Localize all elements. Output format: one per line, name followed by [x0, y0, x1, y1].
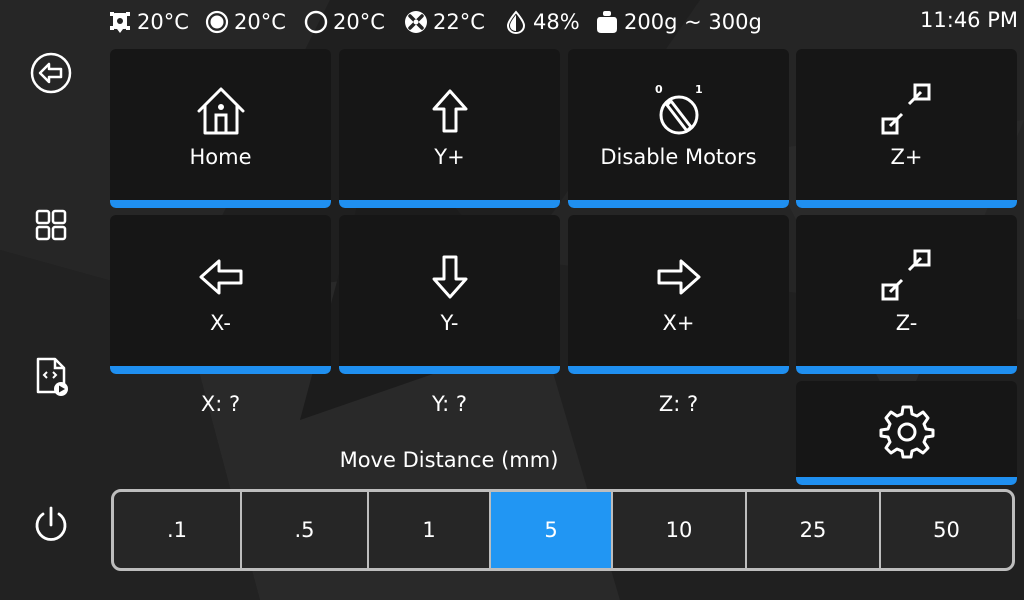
arrow-down-icon [432, 255, 467, 299]
compress-icon [881, 249, 930, 301]
home-label: Home [189, 145, 252, 169]
x-minus-label: X- [210, 311, 231, 335]
power-icon [35, 506, 67, 541]
distance-option-0.5[interactable]: .5 [242, 492, 369, 568]
filament-weight-status[interactable]: 200g ~ 300g [595, 8, 762, 36]
z-minus-button[interactable]: Z- [796, 215, 1017, 374]
menu-button[interactable] [24, 198, 78, 252]
humidity-value: 48% [533, 10, 580, 34]
status-bar: 20°C 20°C 20°C 22°C 48% 200g ~ 300g 11:4… [0, 0, 1024, 44]
arrow-right-icon [657, 259, 700, 295]
gcode-file-icon [36, 357, 68, 396]
humidity-status[interactable]: 48% [504, 8, 580, 36]
distance-option-0.1[interactable]: .1 [114, 492, 242, 568]
y-plus-button[interactable]: Y+ [339, 49, 560, 208]
extruder-temp-value: 20°C [137, 10, 189, 34]
move-distance-title: Move Distance (mm) [339, 448, 559, 472]
distance-option-10[interactable]: 10 [613, 492, 747, 568]
chamber-temp-value: 20°C [333, 10, 385, 34]
switch-mark-1: 1 [695, 83, 703, 96]
bed-temp-value: 20°C [234, 10, 286, 34]
switch-mark-0: 0 [655, 83, 663, 96]
power-button[interactable] [24, 498, 78, 552]
settings-button[interactable] [796, 381, 1017, 485]
home-icon [197, 87, 244, 135]
back-icon [30, 52, 72, 94]
y-position: Y: ? [432, 392, 467, 416]
expand-icon [881, 83, 930, 135]
move-distance-selector: .1 .5 1 5 10 25 50 [111, 489, 1015, 571]
distance-option-50[interactable]: 50 [881, 492, 1012, 568]
y-plus-label: Y+ [434, 145, 465, 169]
fan-temp-value: 22°C [433, 10, 485, 34]
z-plus-button[interactable]: Z+ [796, 49, 1017, 208]
motor-switch-icon: 0 1 [655, 83, 703, 135]
arrow-left-icon [199, 259, 242, 295]
print-files-button[interactable] [24, 349, 78, 403]
back-button[interactable] [24, 46, 78, 100]
disable-motors-button[interactable]: 0 1 Disable Motors [568, 49, 789, 208]
x-position: X: ? [200, 392, 241, 416]
extruder-temp-status[interactable]: 20°C [108, 8, 189, 36]
z-plus-label: Z+ [890, 145, 923, 169]
fan-temp-status[interactable]: 22°C [404, 8, 485, 36]
z-position: Z: ? [658, 392, 699, 416]
x-plus-label: X+ [662, 311, 695, 335]
filament-weight-value: 200g ~ 300g [624, 10, 762, 34]
y-minus-button[interactable]: Y- [339, 215, 560, 374]
grid-icon [35, 209, 67, 241]
heater-generic-icon [304, 10, 328, 34]
gear-icon [879, 405, 934, 459]
humidity-icon [506, 10, 526, 34]
bed-temp-status[interactable]: 20°C [205, 8, 286, 36]
extruder-icon [110, 12, 130, 33]
fan-icon [405, 11, 427, 33]
z-minus-label: Z- [895, 311, 918, 335]
distance-option-25[interactable]: 25 [747, 492, 881, 568]
clock: 11:46 PM [920, 8, 1018, 32]
x-plus-button[interactable]: X+ [568, 215, 789, 374]
home-button[interactable]: Home [110, 49, 331, 208]
distance-option-5-selected[interactable]: 5 [491, 492, 613, 568]
y-minus-label: Y- [440, 311, 459, 335]
heater-bed-icon [205, 10, 229, 34]
spool-weight-icon [597, 11, 617, 33]
chamber-temp-status[interactable]: 20°C [304, 8, 385, 36]
x-minus-button[interactable]: X- [110, 215, 331, 374]
distance-option-1[interactable]: 1 [369, 492, 491, 568]
disable-motors-label: Disable Motors [600, 145, 757, 169]
arrow-up-icon [432, 89, 467, 133]
